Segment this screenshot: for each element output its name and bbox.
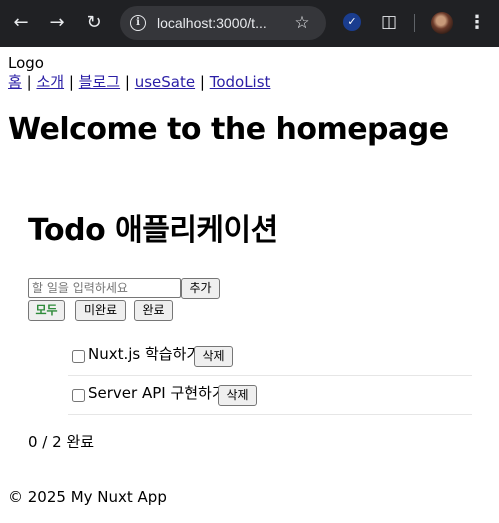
nav-separator: | — [124, 73, 130, 91]
nav-link-home[interactable]: 홈 — [8, 73, 22, 91]
filter-incomplete-button[interactable]: 미완료 — [75, 300, 126, 321]
reload-icon[interactable]: ↻ — [83, 12, 105, 34]
address-bar[interactable]: i localhost:3000/t... ☆ — [120, 6, 326, 40]
nav-link-todolist[interactable]: TodoList — [210, 73, 271, 91]
todo-checkbox[interactable] — [72, 389, 85, 402]
todo-title: Todo 애플리케이션 — [28, 213, 278, 248]
url-text[interactable]: localhost:3000/t... — [157, 14, 289, 32]
logo: Logo — [8, 54, 44, 72]
todo-list: Nuxt.js 학습하기 삭제 Server API 구현하기 삭제 — [68, 337, 472, 415]
todo-checkbox[interactable] — [72, 350, 85, 363]
avatar[interactable] — [431, 12, 453, 34]
todo-item-text: Nuxt.js 학습하기 — [88, 345, 201, 363]
nav-separator: | — [26, 73, 32, 91]
todo-item: Nuxt.js 학습하기 삭제 — [68, 337, 472, 376]
todo-item: Server API 구현하기 삭제 — [68, 376, 472, 415]
todo-input[interactable] — [28, 278, 181, 298]
filter-complete-button[interactable]: 완료 — [134, 300, 173, 321]
puzzle-icon[interactable]: ◫ — [378, 11, 400, 33]
page-content: Logo 홈 | 소개 | 블로그 | useSate | TodoList W… — [0, 47, 499, 523]
delete-todo-button[interactable]: 삭제 — [218, 385, 257, 406]
add-todo-button[interactable]: 추가 — [181, 278, 220, 299]
forward-arrow-icon[interactable]: → — [46, 12, 68, 34]
todo-item-text: Server API 구현하기 — [88, 384, 226, 402]
browser-toolbar: ← → ↻ i localhost:3000/t... ☆ ✓ ◫ ⋮ — [0, 0, 499, 47]
nav-separator: | — [68, 73, 74, 91]
nav-link-about[interactable]: 소개 — [36, 73, 64, 91]
todo-summary: 0 / 2 완료 — [28, 433, 95, 451]
page-title: Welcome to the homepage — [8, 112, 449, 147]
top-nav: 홈 | 소개 | 블로그 | useSate | TodoList — [8, 73, 270, 91]
star-icon[interactable]: ☆ — [292, 13, 312, 33]
toolbar-divider — [414, 14, 415, 32]
nav-link-blog[interactable]: 블로그 — [79, 73, 120, 91]
kebab-menu-icon[interactable]: ⋮ — [466, 12, 488, 34]
footer-text: © 2025 My Nuxt App — [8, 488, 167, 506]
nav-separator: | — [199, 73, 205, 91]
delete-todo-button[interactable]: 삭제 — [194, 346, 233, 367]
filter-all-button[interactable]: 모두 — [28, 300, 65, 321]
check-extension-icon[interactable]: ✓ — [343, 13, 361, 31]
info-icon[interactable]: i — [130, 15, 146, 31]
back-arrow-icon[interactable]: ← — [10, 12, 32, 34]
nav-link-usesate[interactable]: useSate — [135, 73, 195, 91]
